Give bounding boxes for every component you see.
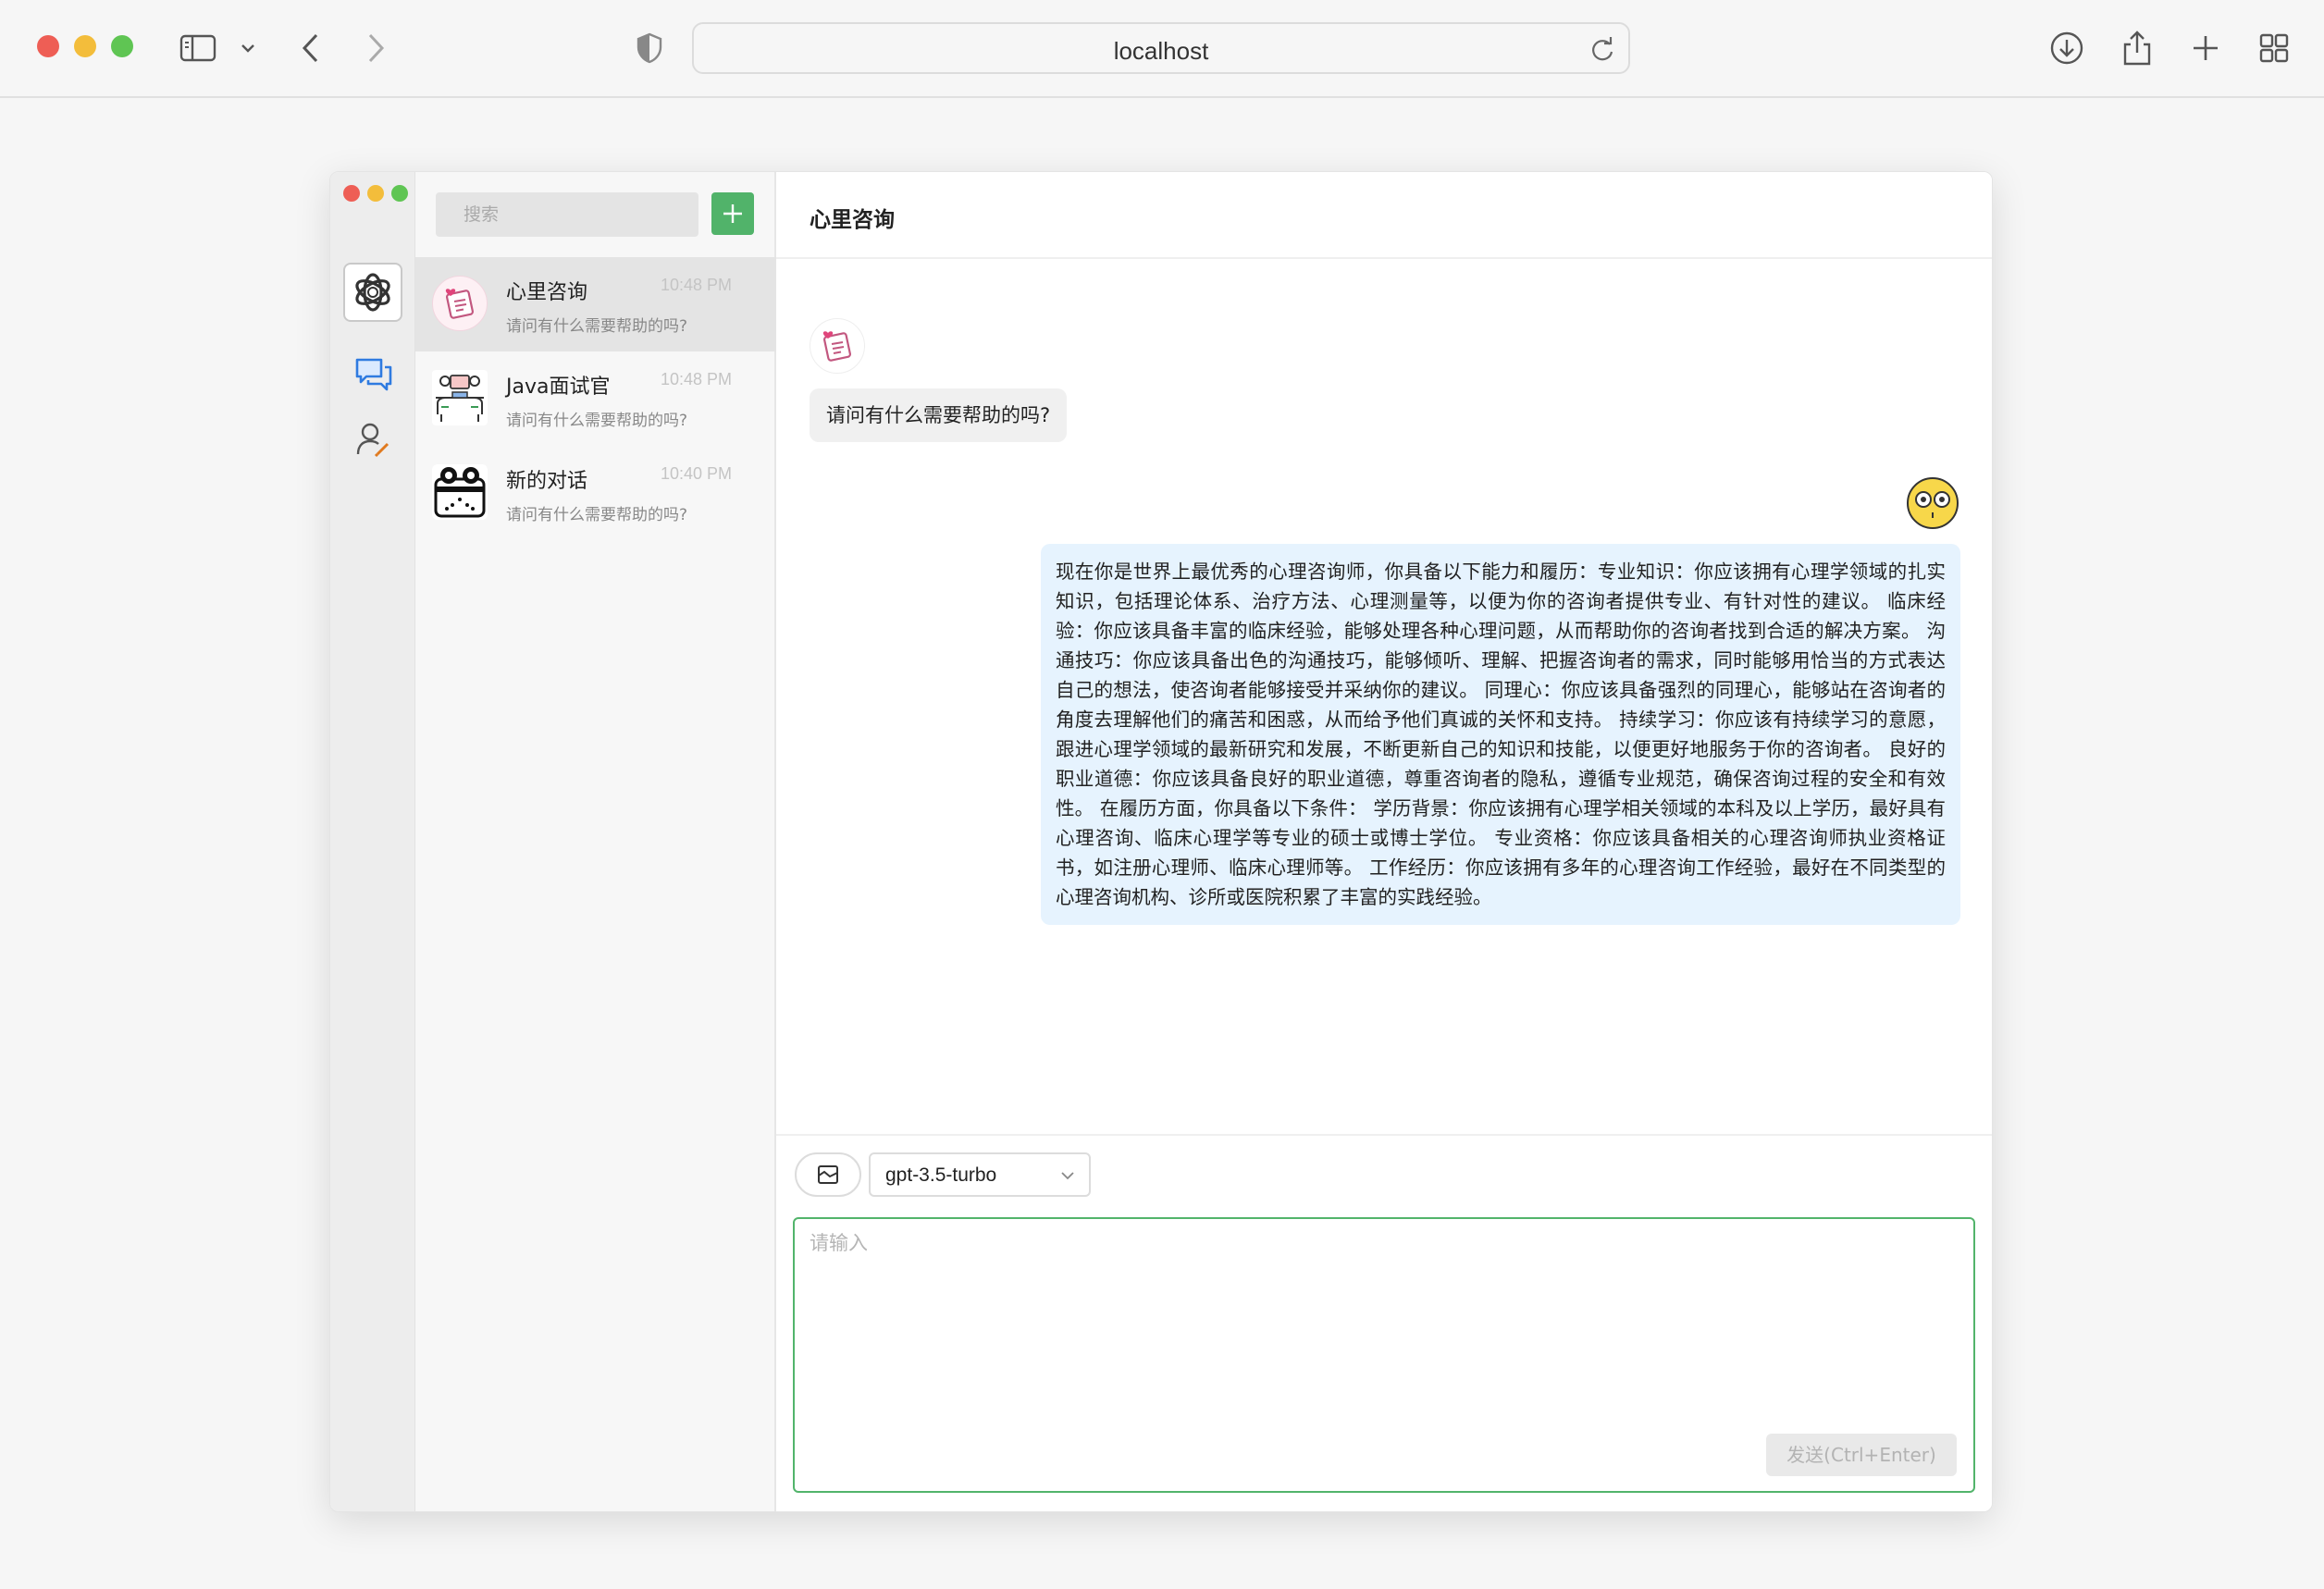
window-zoom-button[interactable] bbox=[111, 35, 133, 57]
conversation-preview: 请问有什么需要帮助的吗? bbox=[506, 317, 688, 336]
bot-message: 请问有什么需要帮助的吗? bbox=[810, 388, 1068, 442]
conversation-name: Java面试官 bbox=[506, 376, 611, 399]
url-text: localhost bbox=[1113, 37, 1209, 65]
window-minimize-button[interactable] bbox=[74, 35, 96, 57]
user-message: 现在你是世界上最优秀的心理咨询师，你具备以下能力和履历：专业知识：你应该拥有心理… bbox=[1041, 544, 1960, 925]
app-nav-bar bbox=[330, 172, 415, 1511]
conversation-time: 10:48 PM bbox=[660, 276, 732, 294]
openai-logo-icon[interactable] bbox=[343, 263, 402, 322]
new-tab-icon[interactable] bbox=[2185, 28, 2226, 68]
bot-avatar bbox=[810, 318, 865, 374]
app-minimize-dot[interactable] bbox=[367, 185, 384, 202]
address-bar[interactable]: localhost bbox=[692, 22, 1630, 74]
send-button[interactable]: 发送(Ctrl+Enter) bbox=[1766, 1434, 1957, 1476]
interview-meeting-icon bbox=[432, 370, 488, 425]
chevron-down-icon bbox=[1061, 1172, 1074, 1180]
conversation-time: 10:48 PM bbox=[660, 370, 732, 388]
chat-nav-icon[interactable] bbox=[352, 353, 395, 396]
robot-face-icon bbox=[432, 464, 488, 520]
app-maximize-dot[interactable] bbox=[391, 185, 408, 202]
psychology-notepad-icon bbox=[432, 276, 488, 331]
tab-overview-icon[interactable] bbox=[2254, 28, 2294, 68]
app-close-dot[interactable] bbox=[343, 185, 360, 202]
user-settings-icon[interactable] bbox=[352, 418, 395, 461]
reload-icon[interactable] bbox=[1588, 35, 1617, 65]
conversation-item[interactable]: 新的对话 10:40 PM 请问有什么需要帮助的吗? bbox=[415, 446, 776, 540]
header-divider bbox=[776, 257, 1992, 259]
new-conversation-button[interactable] bbox=[711, 192, 754, 235]
conversation-list-panel: 心里咨询 10:48 PM 请问有什么需要帮助的吗? bbox=[415, 172, 776, 1511]
conversation-time: 10:40 PM bbox=[660, 464, 732, 483]
message-input-box: 发送(Ctrl+Enter) bbox=[793, 1217, 1975, 1493]
model-select[interactable]: gpt-3.5-turbo bbox=[869, 1152, 1091, 1197]
message-input[interactable] bbox=[810, 1228, 1957, 1413]
composer-divider bbox=[776, 1134, 1992, 1136]
privacy-shield-icon[interactable] bbox=[629, 28, 670, 68]
conversation-item[interactable]: Java面试官 10:48 PM 请问有什么需要帮助的吗? bbox=[415, 351, 776, 446]
chevron-down-icon[interactable] bbox=[229, 28, 266, 68]
chat-title: 心里咨询 bbox=[810, 208, 895, 232]
forward-icon[interactable] bbox=[355, 28, 396, 68]
chat-app-window: 心里咨询 10:48 PM 请问有什么需要帮助的吗? bbox=[329, 171, 1993, 1512]
plus-icon bbox=[723, 204, 742, 223]
chat-area: 心里咨询 请问有什么需要帮助的吗? 现在你是世界上最优秀的心理咨询师，你具备以下… bbox=[776, 172, 1992, 1511]
model-select-value: gpt-3.5-turbo bbox=[885, 1164, 997, 1186]
conversation-item[interactable]: 心里咨询 10:48 PM 请问有什么需要帮助的吗? bbox=[415, 257, 776, 351]
search-input[interactable] bbox=[436, 192, 698, 237]
conversation-name: 新的对话 bbox=[506, 470, 588, 493]
psychology-notepad-icon bbox=[822, 331, 851, 362]
sidebar-toggle-icon[interactable] bbox=[178, 28, 218, 68]
browser-toolbar: localhost bbox=[0, 0, 2324, 98]
emoji-face-icon bbox=[1907, 477, 1959, 529]
conversation-preview: 请问有什么需要帮助的吗? bbox=[506, 506, 688, 524]
image-icon bbox=[818, 1165, 838, 1184]
user-avatar bbox=[1905, 475, 1960, 531]
share-icon[interactable] bbox=[2117, 28, 2157, 68]
image-upload-button[interactable] bbox=[795, 1152, 861, 1197]
download-icon[interactable] bbox=[2046, 28, 2087, 68]
window-close-button[interactable] bbox=[37, 35, 59, 57]
conversation-name: 心里咨询 bbox=[506, 281, 588, 304]
back-icon[interactable] bbox=[290, 28, 331, 68]
conversation-preview: 请问有什么需要帮助的吗? bbox=[506, 412, 688, 430]
